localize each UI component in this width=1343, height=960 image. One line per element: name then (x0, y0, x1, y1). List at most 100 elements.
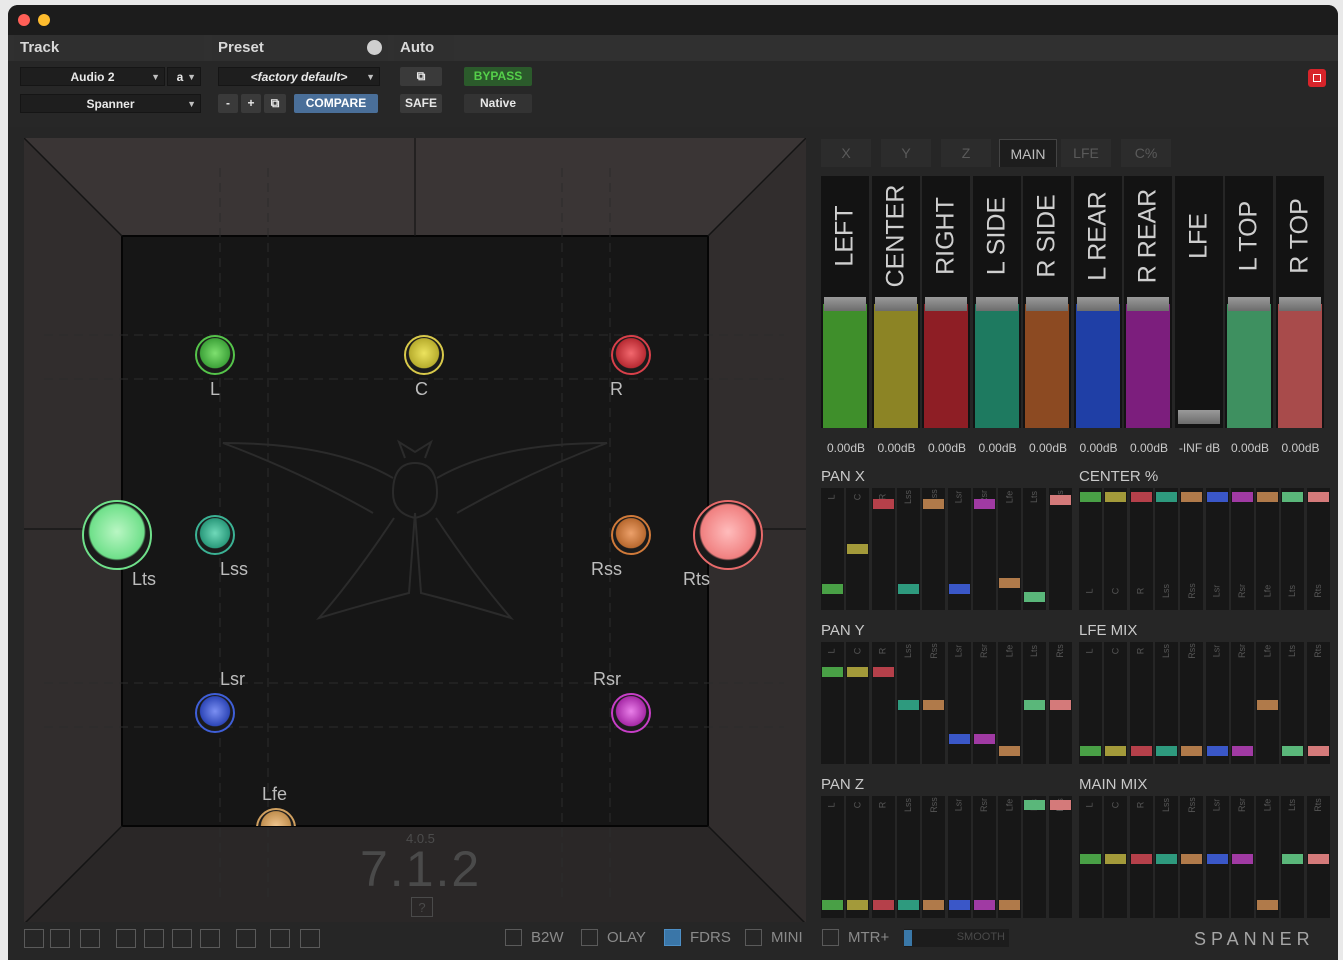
speaker-R[interactable] (611, 335, 651, 375)
matrix-level-handle[interactable] (897, 900, 919, 910)
speaker-Lts[interactable] (82, 500, 152, 570)
copy-settings-button[interactable]: ⧉ (264, 94, 286, 113)
matrix-level-handle[interactable] (973, 734, 995, 744)
matrix-column[interactable]: C (846, 796, 870, 918)
matrix-level-handle[interactable] (822, 667, 843, 677)
channel-fader[interactable]: LFE (1174, 176, 1223, 428)
speaker-L[interactable] (195, 335, 235, 375)
matrix-column[interactable]: Lss (1154, 796, 1178, 918)
layout-preset-button[interactable] (172, 929, 192, 948)
matrix-level-handle[interactable] (923, 499, 945, 509)
track-select[interactable]: Audio 2 ▼ (20, 67, 165, 86)
minimize-window-button[interactable] (38, 14, 50, 26)
matrix-level-handle[interactable] (1257, 700, 1279, 710)
matrix-column[interactable]: Rts (1306, 796, 1330, 918)
matrix-level-handle[interactable] (1049, 800, 1071, 810)
matrix-level-handle[interactable] (1206, 746, 1228, 756)
matrix-column[interactable]: Lts (1281, 796, 1305, 918)
native-button[interactable]: Native (464, 94, 532, 113)
matrix-column[interactable]: L (821, 488, 844, 610)
matrix-level-handle[interactable] (1155, 746, 1177, 756)
preset-select[interactable]: <factory default> ▼ (218, 67, 380, 86)
mtr-plus-checkbox[interactable] (822, 929, 839, 946)
matrix-column[interactable]: Lfe (1256, 796, 1280, 918)
matrix-column[interactable]: C (1104, 488, 1128, 610)
matrix-column[interactable]: Rts (1048, 488, 1072, 610)
layout-preset-button[interactable] (24, 929, 44, 948)
matrix-level-handle[interactable] (1130, 854, 1152, 864)
speaker-Lss[interactable] (195, 515, 235, 555)
speaker-Lfe[interactable] (256, 808, 296, 826)
matrix-level-handle[interactable] (822, 584, 843, 594)
matrix-level-handle[interactable] (1307, 492, 1329, 502)
matrix-level-handle[interactable] (1206, 854, 1228, 864)
matrix-level-handle[interactable] (1181, 746, 1203, 756)
format-help-button[interactable]: ? (411, 897, 433, 917)
speaker-C[interactable] (404, 335, 444, 375)
matrix-column[interactable]: C (1104, 642, 1128, 764)
matrix-column[interactable]: Lts (1023, 488, 1047, 610)
matrix-column[interactable]: Rss (922, 488, 946, 610)
channel-fader[interactable]: LEFT (821, 176, 869, 428)
matrix-column[interactable]: Lfe (998, 642, 1022, 764)
matrix-column[interactable]: Lts (1023, 642, 1047, 764)
channel-fader[interactable]: L TOP (1225, 176, 1273, 428)
matrix-column[interactable]: C (846, 488, 870, 610)
preset-next-button[interactable]: + (241, 94, 261, 113)
fader-handle[interactable] (874, 297, 917, 311)
matrix-column[interactable]: R (871, 642, 895, 764)
matrix-column[interactable]: R (871, 488, 895, 610)
matrix-column[interactable]: R (1129, 642, 1153, 764)
tab-lfe[interactable]: LFE (1061, 139, 1111, 167)
fdrs-checkbox[interactable] (664, 929, 681, 946)
matrix-level-handle[interactable] (1105, 492, 1127, 502)
speaker-Rsr[interactable] (611, 693, 651, 733)
fader-handle[interactable] (1228, 297, 1270, 311)
matrix-level-handle[interactable] (973, 499, 995, 509)
smooth-slider-handle[interactable] (904, 930, 912, 946)
matrix-column[interactable]: Lts (1023, 796, 1047, 918)
layout-preset-button[interactable] (200, 929, 220, 948)
fader-handle[interactable] (1127, 297, 1169, 311)
smooth-slider[interactable]: SMOOTH (904, 929, 1009, 947)
matrix-level-handle[interactable] (1080, 746, 1101, 756)
matrix-level-handle[interactable] (948, 734, 970, 744)
matrix-column[interactable]: Lss (896, 488, 920, 610)
matrix-level-handle[interactable] (1105, 854, 1127, 864)
matrix-level-handle[interactable] (1257, 900, 1279, 910)
matrix-column[interactable]: Rsr (972, 488, 996, 610)
layout-preset-button[interactable] (270, 929, 290, 948)
matrix-level-handle[interactable] (872, 900, 894, 910)
matrix-column[interactable]: L (1079, 796, 1102, 918)
matrix-column[interactable]: Lsr (1205, 488, 1229, 610)
tab-main[interactable]: MAIN (999, 139, 1057, 167)
matrix-level-handle[interactable] (1024, 700, 1046, 710)
matrix-column[interactable]: Rss (1180, 642, 1204, 764)
matrix-level-handle[interactable] (948, 584, 970, 594)
matrix-level-handle[interactable] (1080, 492, 1101, 502)
fader-handle[interactable] (1278, 297, 1321, 311)
layout-preset-button[interactable] (80, 929, 100, 948)
matrix-level-handle[interactable] (1282, 492, 1304, 502)
matrix-level-handle[interactable] (1231, 746, 1253, 756)
tab-y[interactable]: Y (881, 139, 931, 167)
fader-handle[interactable] (824, 297, 866, 311)
matrix-column[interactable]: R (1129, 488, 1153, 610)
b2w-checkbox[interactable] (505, 929, 522, 946)
matrix-level-handle[interactable] (1049, 700, 1071, 710)
channel-fader[interactable]: CENTER (871, 176, 920, 428)
speaker-Lsr[interactable] (195, 693, 235, 733)
layout-preset-button[interactable] (144, 929, 164, 948)
speaker-Rts[interactable] (693, 500, 763, 570)
matrix-level-handle[interactable] (1181, 854, 1203, 864)
fader-handle[interactable] (1076, 297, 1119, 311)
matrix-level-handle[interactable] (1282, 746, 1304, 756)
matrix-level-handle[interactable] (1155, 854, 1177, 864)
preset-menu-icon[interactable] (367, 40, 382, 55)
matrix-column[interactable]: Rss (1180, 796, 1204, 918)
matrix-level-handle[interactable] (999, 578, 1021, 588)
matrix-column[interactable]: Rsr (972, 642, 996, 764)
matrix-column[interactable]: L (821, 642, 844, 764)
matrix-column[interactable]: Rss (922, 642, 946, 764)
matrix-level-handle[interactable] (1206, 492, 1228, 502)
